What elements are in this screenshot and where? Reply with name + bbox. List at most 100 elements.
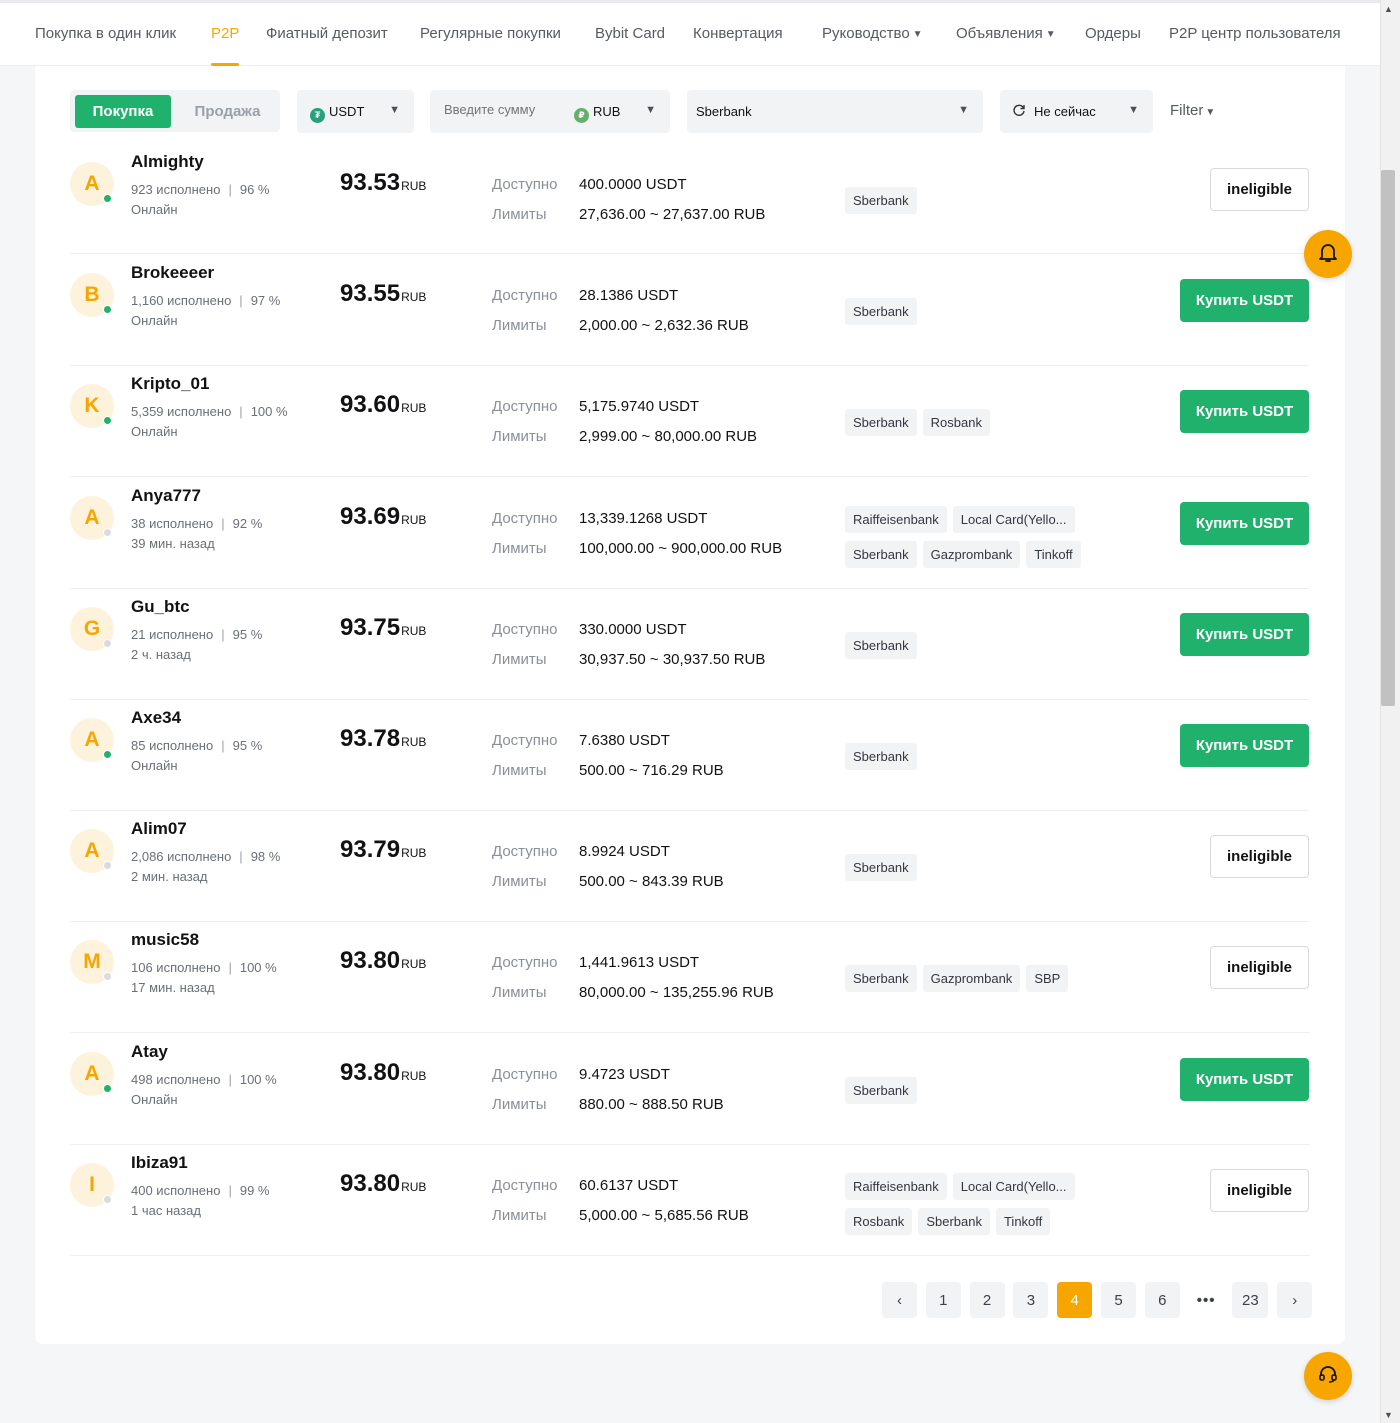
advertiser-name[interactable]: Alim07 xyxy=(131,819,187,839)
payment-method-tag: Sberbank xyxy=(845,1077,917,1104)
nav-ads-label: Объявления xyxy=(956,25,1043,42)
ineligible-button[interactable]: ineligible xyxy=(1210,1169,1309,1212)
sell-tab[interactable]: Продажа xyxy=(180,95,275,128)
completion-rate: 99 % xyxy=(239,1183,270,1198)
advertiser-name[interactable]: Ibiza91 xyxy=(131,1153,188,1173)
payment-methods: Sberbank Gazprombank SBP xyxy=(845,965,1105,992)
nav-guide-label: Руководство xyxy=(822,25,910,42)
nav-guide[interactable]: Руководство ▼ xyxy=(822,25,923,42)
ineligible-button[interactable]: ineligible xyxy=(1210,835,1309,878)
payment-method-tag: Rosbank xyxy=(845,1208,913,1235)
last-seen-status: Онлайн xyxy=(131,1092,178,1107)
ruble-icon: ₽ xyxy=(574,108,589,123)
last-seen-status: 17 мин. назад xyxy=(131,980,215,995)
filter-label: Filter xyxy=(1170,102,1204,119)
stats-divider: | xyxy=(239,849,243,864)
support-button[interactable] xyxy=(1304,1352,1352,1400)
online-status-dot xyxy=(103,1195,112,1204)
advertiser-name[interactable]: Almighty xyxy=(131,152,204,172)
caret-down-icon[interactable]: ▼ xyxy=(645,104,656,116)
page-button[interactable]: 5 xyxy=(1101,1282,1136,1318)
advertiser-name[interactable]: music58 xyxy=(131,930,199,950)
stats-divider: | xyxy=(221,627,225,642)
page-button[interactable]: 23 xyxy=(1232,1282,1269,1318)
offer-row: A Anya777 38 исполнено | 92 % 39 мин. наза… xyxy=(70,478,1309,589)
notification-button[interactable] xyxy=(1304,230,1352,278)
limits-label: Лимиты xyxy=(492,1096,547,1113)
orders-count: 400 исполнено xyxy=(131,1183,221,1198)
nav-fiat-deposit[interactable]: Фиатный депозит xyxy=(266,25,388,42)
payment-methods: Raiffeisenbank Local Card(Yello... Rosbank… xyxy=(845,1173,1105,1235)
scroll-down-icon[interactable]: ▼ xyxy=(1384,1410,1393,1420)
orders-count: 38 исполнено xyxy=(131,516,214,531)
amount-input[interactable] xyxy=(444,102,564,117)
buy-usdt-button[interactable]: Купить USDT xyxy=(1180,390,1309,433)
completion-rate: 100 % xyxy=(239,1072,277,1087)
price-currency: RUB xyxy=(401,513,427,527)
caret-down-icon: ▼ xyxy=(1045,29,1056,40)
page-button[interactable]: 2 xyxy=(969,1282,1005,1318)
nav-p2p[interactable]: P2P xyxy=(211,25,239,42)
online-status-dot xyxy=(103,194,112,203)
limits-value: 80,000.00 ~ 135,255.96 RUB xyxy=(579,984,774,1001)
scrollbar-thumb[interactable] xyxy=(1381,170,1395,706)
page-button[interactable]: 4 xyxy=(1057,1282,1093,1318)
ineligible-button[interactable]: ineligible xyxy=(1210,946,1309,989)
online-status-dot xyxy=(103,305,112,314)
next-page-button[interactable]: › xyxy=(1277,1282,1313,1318)
offer-price: 93.80RUB xyxy=(340,947,426,975)
offer-row: K Kripto_01 5,359 исполнено | 100 % Онлайн… xyxy=(70,366,1309,477)
advertiser-name[interactable]: Kripto_01 xyxy=(131,374,209,394)
offer-row: G Gu_btc 21 исполнено | 95 % 2 ч. назад 93… xyxy=(70,589,1309,700)
advertiser-stats: 38 исполнено | 92 % xyxy=(131,516,262,531)
advertiser-stats: 106 исполнено | 100 % xyxy=(131,960,277,975)
nav-convert[interactable]: Конвертация xyxy=(693,25,783,42)
completion-rate: 95 % xyxy=(232,627,263,642)
limits-label: Лимиты xyxy=(492,206,547,223)
offer-row: A Almighty 923 исполнено | 96 % Онлайн 93.… xyxy=(70,144,1309,254)
fiat-select[interactable]: ₽ RUB xyxy=(574,104,620,123)
available-label: Доступно xyxy=(492,176,558,193)
advertiser-name[interactable]: Anya777 xyxy=(131,486,201,506)
nav-bybit-card[interactable]: Bybit Card xyxy=(595,25,665,42)
coin-select[interactable]: ₮ USDT ▼ xyxy=(297,90,414,133)
page-button[interactable]: 6 xyxy=(1144,1282,1180,1318)
nav-recurring-buy[interactable]: Регулярные покупки xyxy=(420,25,561,42)
scroll-up-icon[interactable]: ▲ xyxy=(1384,4,1393,14)
caret-down-icon: ▼ xyxy=(912,29,923,40)
orders-count: 85 исполнено xyxy=(131,738,214,753)
nav-p2p-user-center[interactable]: P2P центр пользователя xyxy=(1169,25,1341,42)
orders-count: 5,359 исполнено xyxy=(131,404,232,419)
advertiser-name[interactable]: Gu_btc xyxy=(131,597,190,617)
payment-methods: Sberbank xyxy=(845,743,1105,770)
filter-button[interactable]: Filter ▼ xyxy=(1170,102,1215,119)
buy-usdt-button[interactable]: Купить USDT xyxy=(1180,1058,1309,1101)
advertiser-name[interactable]: Atay xyxy=(131,1042,168,1062)
limits-label: Лимиты xyxy=(492,1207,547,1224)
nav-ads[interactable]: Объявления ▼ xyxy=(956,25,1056,42)
buy-usdt-button[interactable]: Купить USDT xyxy=(1180,502,1309,545)
page-button[interactable]: 3 xyxy=(1013,1282,1049,1318)
advertiser-stats: 2,086 исполнено | 98 % xyxy=(131,849,280,864)
limits-label: Лимиты xyxy=(492,428,547,445)
nav-one-click-buy[interactable]: Покупка в один клик xyxy=(35,25,176,42)
buy-tab[interactable]: Покупка xyxy=(75,95,171,128)
refresh-icon xyxy=(1012,103,1026,120)
available-label: Доступно xyxy=(492,1177,558,1194)
prev-page-button[interactable]: ‹ xyxy=(882,1282,917,1318)
buy-usdt-button[interactable]: Купить USDT xyxy=(1180,724,1309,767)
refresh-select[interactable]: Не сейчас ▼ xyxy=(1000,90,1153,133)
advertiser-name[interactable]: Brokeeeer xyxy=(131,263,214,283)
ineligible-button[interactable]: ineligible xyxy=(1210,168,1309,211)
advertiser-name[interactable]: Axe34 xyxy=(131,708,181,728)
nav-orders[interactable]: Ордеры xyxy=(1085,25,1141,42)
payment-method-select[interactable]: Sberbank ▼ xyxy=(687,90,983,133)
stats-divider: | xyxy=(228,960,232,975)
buy-usdt-button[interactable]: Купить USDT xyxy=(1180,613,1309,656)
payment-method-tag: Sberbank xyxy=(845,187,917,214)
page-button[interactable]: 1 xyxy=(925,1282,961,1318)
payment-methods: Sberbank xyxy=(845,1077,1105,1104)
top-navigation: Покупка в один клик P2P Фиатный депозит … xyxy=(0,0,1380,66)
buy-usdt-button[interactable]: Купить USDT xyxy=(1180,279,1309,322)
available-value: 7.6380 USDT xyxy=(579,732,670,749)
